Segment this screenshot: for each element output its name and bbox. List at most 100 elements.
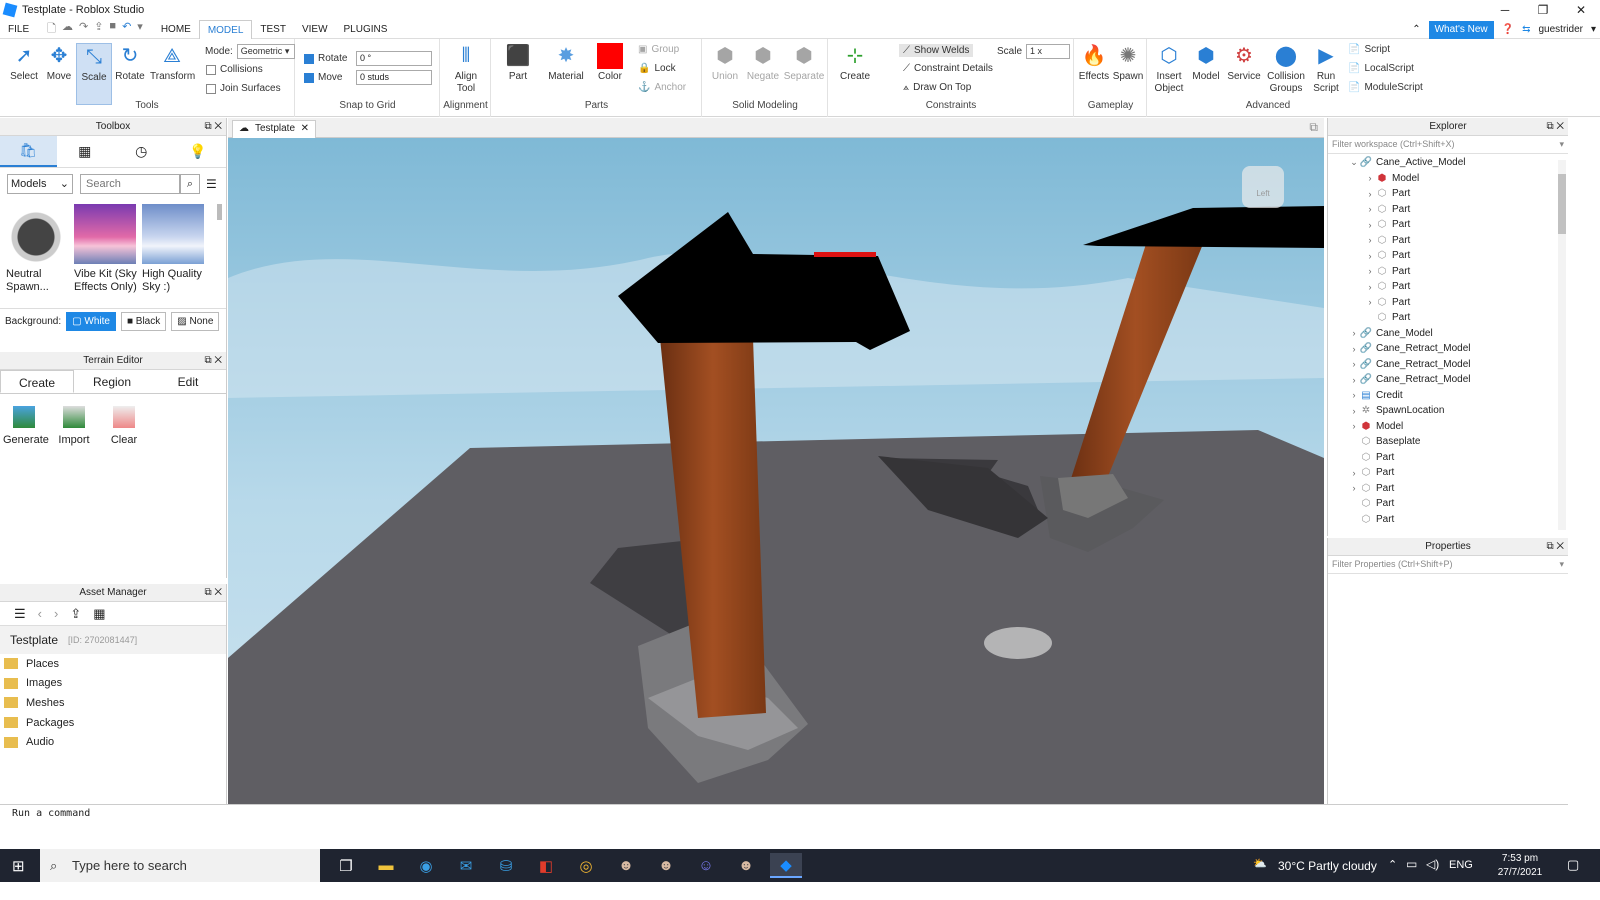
close-panel-icon[interactable]: ✕ [214,587,222,598]
create-constraint-button[interactable]: ⊹ Create [835,43,875,82]
rotate-snap-toggle[interactable]: Rotate [304,53,347,64]
recent-tab[interactable]: ◷ [113,136,170,167]
minimize-button[interactable]: ─ [1486,0,1524,20]
align-tool-button[interactable]: ⫴ Align Tool [448,43,484,95]
tab-view[interactable]: VIEW [294,20,336,39]
properties-filter-input[interactable]: Filter Properties (Ctrl+Shift+P) ▾ [1328,556,1568,574]
explorer-tree-item[interactable]: ⬡ Part [1328,512,1568,528]
tab-test[interactable]: TEST [252,20,294,39]
tray-chevron-icon[interactable]: ⌃ [1388,858,1397,871]
taskbar-search-input[interactable]: ⌕ Type here to search [40,849,320,882]
chevron-right-icon[interactable]: › [1348,406,1360,416]
file-explorer-icon[interactable]: ▬ [370,853,402,878]
bg-black-button[interactable]: ■ Black [120,312,167,331]
share-icon[interactable]: ⇆ [1522,24,1530,35]
forward-icon[interactable]: › [54,606,58,621]
chevron-right-icon[interactable]: › [1364,297,1376,307]
volume-icon[interactable]: ◁) [1426,857,1439,871]
explorer-tree-item[interactable]: ⬡ Baseplate [1328,434,1568,450]
scale-tool[interactable]: ⤡ Scale [76,43,112,105]
asset-folder-item[interactable]: Images [0,674,226,694]
chevron-right-icon[interactable]: › [1348,328,1360,338]
close-tab-icon[interactable]: ✕ [301,121,309,137]
dock-icon[interactable]: ⧉ [204,121,211,132]
upload-icon[interactable]: ⇪ [70,606,81,622]
import-button[interactable]: Import [53,406,95,446]
creations-tab[interactable]: 💡 [170,136,227,167]
list-icon[interactable]: ☰ [14,606,26,622]
toolbox-item[interactable]: Vibe Kit (Sky Effects Only) [74,204,138,294]
explorer-tree-item[interactable]: › ⬡ Part [1328,248,1568,264]
tab-plugins[interactable]: PLUGINS [336,20,396,39]
color-button[interactable]: Color [592,43,628,82]
toggle-layout-icon[interactable]: ⧉ [1309,120,1318,135]
explorer-tree-item[interactable]: › ⬢ Model [1328,171,1568,187]
start-icon[interactable]: ⊞ [12,857,25,875]
notification-icon[interactable]: ▢ [1567,857,1579,873]
chevron-right-icon[interactable]: › [1348,390,1360,400]
testplate-tab[interactable]: ☁ Testplate ✕ [232,120,316,138]
explorer-tree-item[interactable]: › 🔗 Cane_Retract_Model [1328,341,1568,357]
mail-icon[interactable]: ✉ [450,853,482,878]
explorer-scrollbar[interactable] [1558,160,1566,530]
explorer-tree-item[interactable]: › ⬡ Part [1328,295,1568,311]
explorer-tree-item[interactable]: › ⬡ Part [1328,233,1568,249]
toolbox-search-input[interactable] [80,174,180,194]
network-icon[interactable]: ▭ [1406,857,1417,871]
back-icon[interactable]: ‹ [38,606,42,621]
run-script-button[interactable]: ▶ Run Script [1308,43,1344,95]
move-tool[interactable]: ✥ Move [41,43,77,82]
explorer-tree-item[interactable]: › ⬡ Part [1328,217,1568,233]
separate-button[interactable]: ⬢ Separate [783,43,825,82]
explorer-tree-item[interactable]: ⌄ 🔗 Cane_Active_Model [1328,155,1568,171]
asset-folder-item[interactable]: Places [0,654,226,674]
model-button[interactable]: ⬢ Model [1188,43,1224,82]
explorer-tree-item[interactable]: › ⬡ Part [1328,186,1568,202]
explorer-tree-item[interactable]: › ⬡ Part [1328,202,1568,218]
close-button[interactable]: ✕ [1562,0,1600,20]
task-view-icon[interactable]: ❐ [330,853,362,878]
asset-folder-item[interactable]: Meshes [0,693,226,713]
toolbox-scrollbar[interactable] [217,204,222,220]
asset-folder-item[interactable]: Audio [0,732,226,752]
explorer-tree-item[interactable]: › ⬡ Part [1328,465,1568,481]
discord-icon[interactable]: ☺ [690,853,722,878]
inventory-tab[interactable]: ▦ [57,136,114,167]
category-dropdown[interactable]: Models ⌄ [7,174,73,194]
toolbox-item[interactable]: High Quality Sky :) [142,204,208,294]
dock-icon[interactable]: ⧉ [1546,121,1553,132]
stop-icon[interactable]: ■ [109,20,116,39]
local-script-button[interactable]: 📄 LocalScript [1348,63,1414,74]
draw-on-top-toggle[interactable]: ⟑ Draw On Top [903,82,971,93]
chevron-right-icon[interactable]: › [1364,235,1376,245]
clear-button[interactable]: Clear [103,406,145,446]
chevron-right-icon[interactable]: › [1348,421,1360,431]
select-tool[interactable]: ➚ Select [6,43,42,82]
anchor-button[interactable]: ⚓ Anchor [638,82,686,93]
publish-icon[interactable]: ⇪ [94,20,103,39]
negate-button[interactable]: ⬢ Negate [745,43,781,82]
chevron-right-icon[interactable]: › [1348,483,1360,493]
chevron-right-icon[interactable]: › [1348,468,1360,478]
tab-model[interactable]: MODEL [198,19,253,39]
chevron-right-icon[interactable]: › [1364,204,1376,214]
app-avatar-icon[interactable]: ☻ [730,853,762,878]
chevron-right-icon[interactable]: › [1364,282,1376,292]
close-panel-icon[interactable]: ✕ [214,355,222,366]
collapse-ribbon-icon[interactable]: ⌃ [1412,24,1420,35]
mode-select[interactable]: Geometric ▾ [236,44,295,59]
move-snap-toggle[interactable]: Move [304,72,342,83]
user-name[interactable]: guestrider [1539,24,1583,35]
tab-home[interactable]: HOME [153,20,199,39]
insert-object-button[interactable]: ⬡ Insert Object [1150,43,1188,95]
join-surfaces-toggle[interactable]: Join Surfaces [206,83,281,94]
dropdown-icon[interactable]: ▾ [137,20,143,39]
close-panel-icon[interactable]: ✕ [214,121,222,132]
chevron-right-icon[interactable]: › [1348,375,1360,385]
generate-button[interactable]: Generate [3,406,49,446]
module-script-button[interactable]: 📄 ModuleScript [1348,82,1423,93]
toolbox-item[interactable]: Neutral Spawn... [6,204,68,294]
weather-text[interactable]: 30°C Partly cloudy [1278,859,1377,873]
dock-icon[interactable]: ⧉ [204,587,211,598]
explorer-tree-item[interactable]: › 🔗 Cane_Retract_Model [1328,372,1568,388]
